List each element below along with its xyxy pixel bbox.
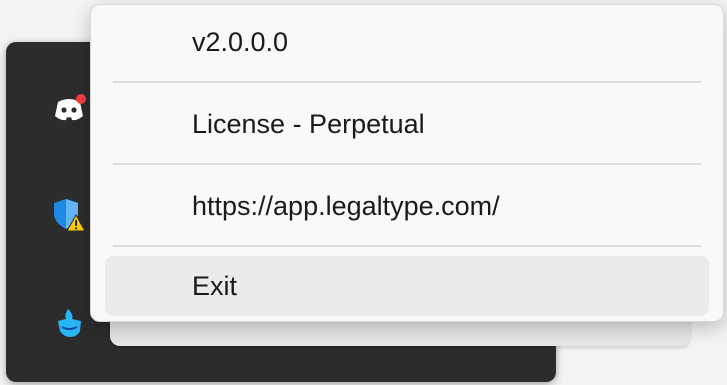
discord-icon[interactable]	[46, 86, 92, 132]
menu-item-license[interactable]: License - Perpetual	[105, 94, 709, 154]
windows-security-warning-icon[interactable]	[46, 192, 92, 238]
menu-item-label: License - Perpetual	[192, 108, 425, 139]
menu-item-label: Exit	[192, 270, 238, 301]
menu-item-version[interactable]: v2.0.0.0	[105, 12, 709, 72]
menu-separator	[113, 81, 701, 83]
legaltype-icon[interactable]	[46, 300, 92, 346]
menu-item-label: v2.0.0.0	[192, 26, 289, 57]
tray-context-menu: v2.0.0.0 License - Perpetual https://app…	[90, 4, 724, 322]
menu-separator	[113, 245, 701, 247]
menu-item-exit[interactable]: Exit	[105, 256, 709, 316]
menu-item-label: https://app.legaltype.com/	[192, 190, 500, 221]
menu-item-website-link[interactable]: https://app.legaltype.com/	[105, 176, 709, 236]
menu-separator	[113, 163, 701, 165]
